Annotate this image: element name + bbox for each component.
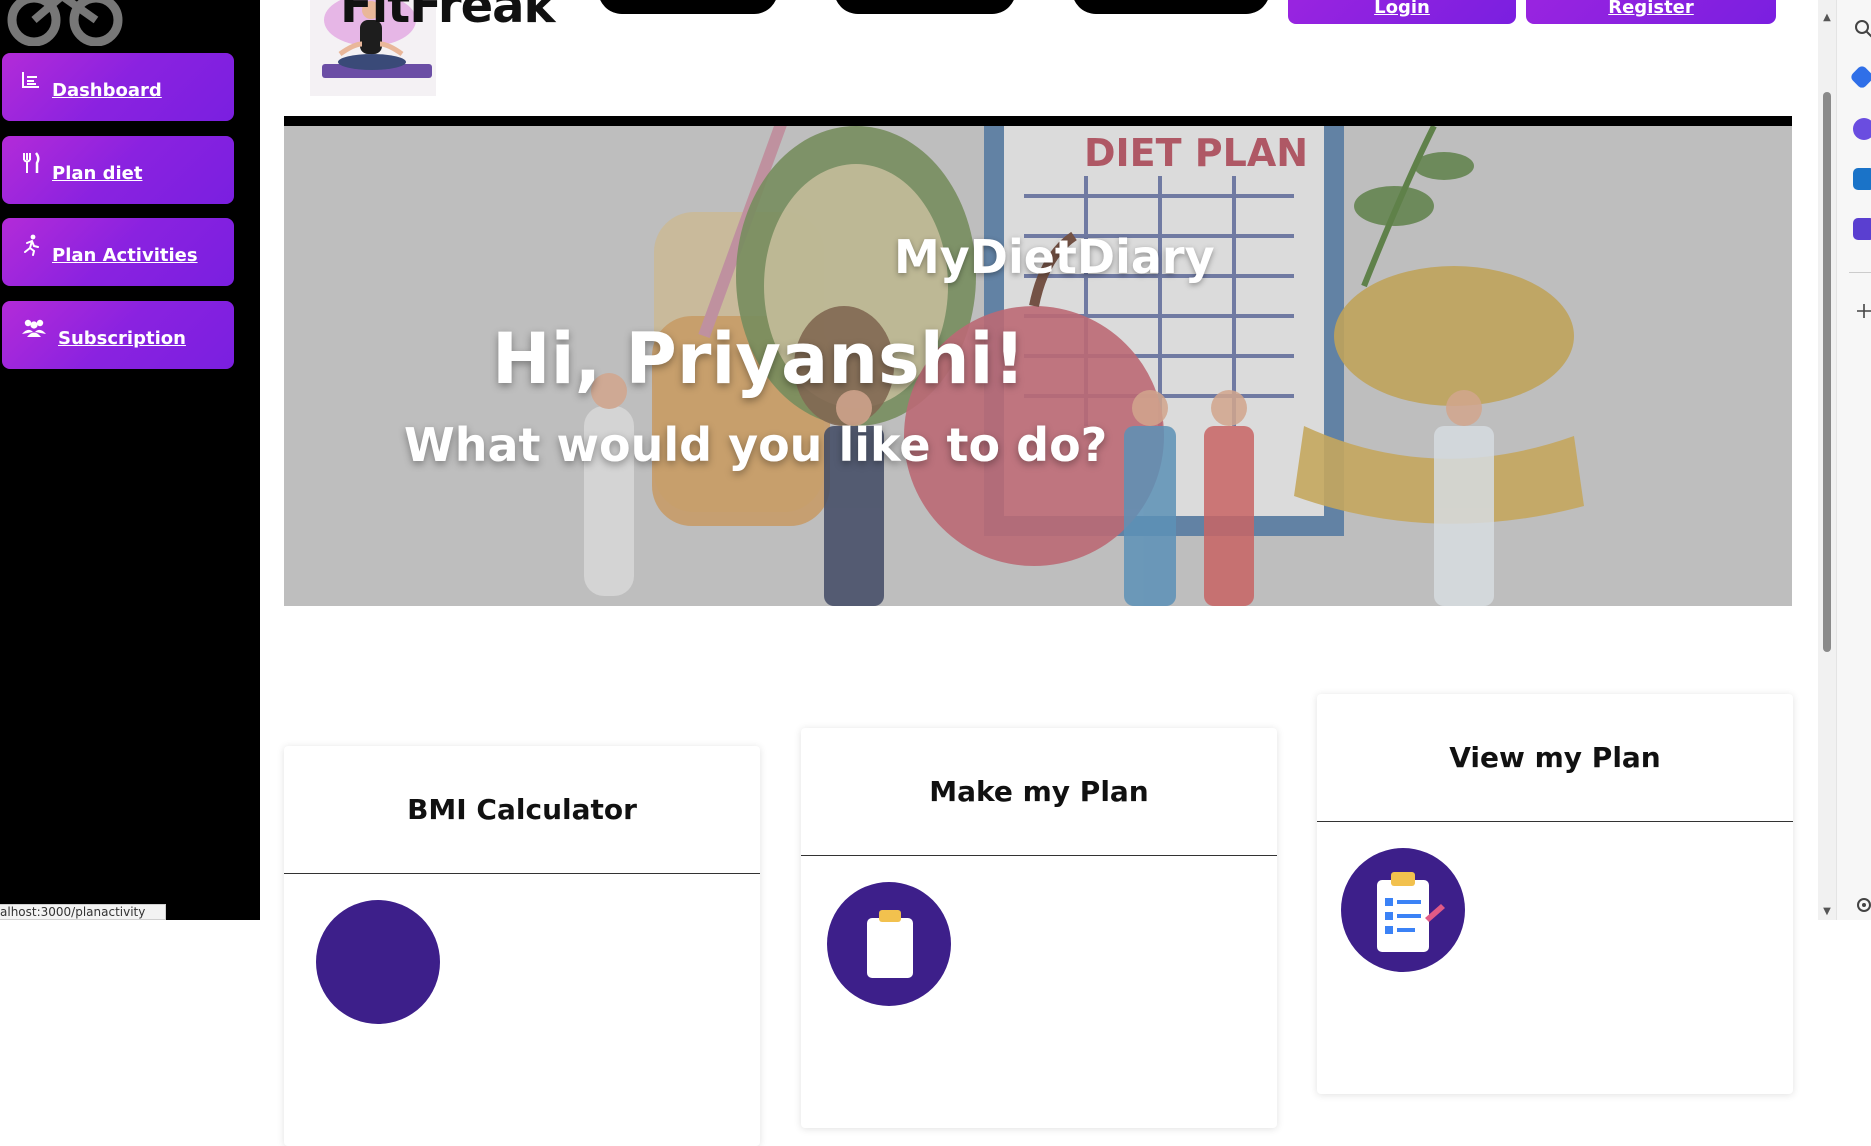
brand-title: FitFreak (340, 0, 555, 34)
card-view-my-plan[interactable]: View my Plan (1317, 694, 1793, 1094)
hero-banner: DIET PLAN MyDietDiary Hi, Priyanshi! Wha… (284, 126, 1792, 606)
add-icon[interactable] (1853, 300, 1871, 322)
sidebar-item-subscription[interactable]: Subscription (2, 301, 234, 369)
search-icon[interactable] (1853, 18, 1871, 40)
hero-brand-title: MyDietDiary (894, 230, 1215, 284)
bicycle-logo-icon (7, 0, 123, 46)
page-scrollbar[interactable]: ▲ ▼ (1818, 0, 1836, 920)
panel-divider (1849, 272, 1871, 273)
status-bar-url: alhost:3000/planactivity (0, 904, 166, 920)
sidebar-item-label: Plan diet (52, 162, 143, 184)
shopping-tag-icon[interactable] (1849, 64, 1871, 90)
running-icon (20, 234, 42, 256)
card-title: View my Plan (1317, 694, 1793, 822)
hero-greeting: Hi, Priyanshi! (492, 318, 1026, 400)
bmi-icon (316, 900, 440, 1024)
settings-gear-icon[interactable] (1853, 894, 1871, 916)
login-button[interactable]: Login (1288, 0, 1516, 24)
sidebar-item-label: Dashboard (52, 79, 162, 101)
browser-side-panel (1836, 0, 1871, 920)
outlook-icon[interactable] (1853, 168, 1871, 190)
sidebar-item-dashboard[interactable]: Dashboard (2, 53, 234, 121)
sidebar-item-label: Subscription (58, 327, 186, 349)
users-icon (20, 317, 48, 339)
nav-pill-3[interactable] (1072, 0, 1270, 14)
chart-bars-icon (20, 69, 42, 91)
hero-top-border (284, 116, 1792, 126)
register-button[interactable]: Register (1526, 0, 1776, 24)
clipboard-icon (827, 882, 951, 1006)
scrollbar-thumb[interactable] (1823, 92, 1831, 652)
hero-question: What would you like to do? (404, 418, 1108, 472)
card-make-my-plan[interactable]: Make my Plan (801, 728, 1277, 1128)
scroll-down-arrow-icon[interactable]: ▼ (1821, 906, 1833, 918)
sidebar-item-plan-activities[interactable]: Plan Activities (2, 218, 234, 286)
fork-knife-icon (20, 152, 42, 174)
scroll-up-arrow-icon[interactable]: ▲ (1821, 12, 1833, 24)
nav-pill-1[interactable] (598, 0, 778, 14)
list-app-icon[interactable] (1853, 218, 1871, 240)
card-title: BMI Calculator (284, 746, 760, 874)
sidebar-item-label: Plan Activities (52, 244, 198, 266)
sidebar: Dashboard Plan diet Plan Activities Subs… (0, 0, 260, 920)
card-bmi-calculator[interactable]: BMI Calculator (284, 746, 760, 1146)
nav-pill-2[interactable] (834, 0, 1016, 14)
clipboard-checklist-icon (1341, 848, 1465, 972)
card-title: Make my Plan (801, 728, 1277, 856)
sidebar-item-plan-diet[interactable]: Plan diet (2, 136, 234, 204)
copilot-icon[interactable] (1853, 118, 1871, 140)
